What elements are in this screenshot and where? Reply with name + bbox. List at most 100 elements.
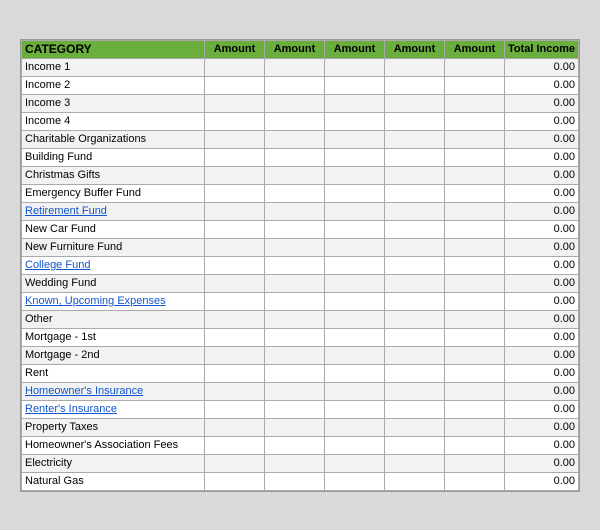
- amount-cell-5[interactable]: [444, 400, 504, 418]
- amount-cell-1[interactable]: [204, 346, 264, 364]
- amount-cell-3[interactable]: [324, 130, 384, 148]
- amount-cell-3[interactable]: [324, 364, 384, 382]
- amount-cell-4[interactable]: [384, 436, 444, 454]
- amount-cell-5[interactable]: [444, 292, 504, 310]
- amount-cell-1[interactable]: [204, 130, 264, 148]
- amount-cell-1[interactable]: [204, 382, 264, 400]
- amount-cell-1[interactable]: [204, 436, 264, 454]
- amount-cell-3[interactable]: [324, 256, 384, 274]
- amount-cell-5[interactable]: [444, 310, 504, 328]
- amount-cell-3[interactable]: [324, 400, 384, 418]
- amount-cell-4[interactable]: [384, 76, 444, 94]
- amount-cell-2[interactable]: [264, 238, 324, 256]
- amount-cell-5[interactable]: [444, 436, 504, 454]
- amount-cell-1[interactable]: [204, 220, 264, 238]
- amount-cell-2[interactable]: [264, 148, 324, 166]
- amount-cell-5[interactable]: [444, 256, 504, 274]
- amount-cell-3[interactable]: [324, 346, 384, 364]
- amount-cell-3[interactable]: [324, 328, 384, 346]
- amount-cell-5[interactable]: [444, 454, 504, 472]
- amount-cell-2[interactable]: [264, 328, 324, 346]
- amount-cell-2[interactable]: [264, 472, 324, 490]
- amount-cell-2[interactable]: [264, 220, 324, 238]
- amount-cell-4[interactable]: [384, 292, 444, 310]
- amount-cell-4[interactable]: [384, 166, 444, 184]
- amount-cell-5[interactable]: [444, 148, 504, 166]
- amount-cell-4[interactable]: [384, 256, 444, 274]
- amount-cell-5[interactable]: [444, 166, 504, 184]
- amount-cell-4[interactable]: [384, 364, 444, 382]
- amount-cell-4[interactable]: [384, 130, 444, 148]
- amount-cell-1[interactable]: [204, 166, 264, 184]
- amount-cell-4[interactable]: [384, 94, 444, 112]
- amount-cell-3[interactable]: [324, 436, 384, 454]
- amount-cell-1[interactable]: [204, 76, 264, 94]
- amount-cell-2[interactable]: [264, 94, 324, 112]
- amount-cell-4[interactable]: [384, 238, 444, 256]
- amount-cell-2[interactable]: [264, 274, 324, 292]
- amount-cell-5[interactable]: [444, 184, 504, 202]
- amount-cell-4[interactable]: [384, 202, 444, 220]
- amount-cell-1[interactable]: [204, 202, 264, 220]
- amount-cell-3[interactable]: [324, 418, 384, 436]
- amount-cell-3[interactable]: [324, 166, 384, 184]
- amount-cell-3[interactable]: [324, 382, 384, 400]
- category-cell[interactable]: College Fund: [22, 256, 205, 274]
- amount-cell-4[interactable]: [384, 148, 444, 166]
- amount-cell-4[interactable]: [384, 328, 444, 346]
- amount-cell-1[interactable]: [204, 256, 264, 274]
- amount-cell-3[interactable]: [324, 310, 384, 328]
- amount-cell-2[interactable]: [264, 436, 324, 454]
- amount-cell-2[interactable]: [264, 112, 324, 130]
- amount-cell-1[interactable]: [204, 454, 264, 472]
- amount-cell-1[interactable]: [204, 364, 264, 382]
- amount-cell-5[interactable]: [444, 364, 504, 382]
- amount-cell-5[interactable]: [444, 76, 504, 94]
- amount-cell-3[interactable]: [324, 184, 384, 202]
- amount-cell-3[interactable]: [324, 148, 384, 166]
- amount-cell-2[interactable]: [264, 184, 324, 202]
- amount-cell-3[interactable]: [324, 58, 384, 76]
- amount-cell-3[interactable]: [324, 220, 384, 238]
- amount-cell-1[interactable]: [204, 418, 264, 436]
- amount-cell-4[interactable]: [384, 382, 444, 400]
- category-cell[interactable]: Homeowner's Insurance: [22, 382, 205, 400]
- amount-cell-5[interactable]: [444, 472, 504, 490]
- amount-cell-4[interactable]: [384, 58, 444, 76]
- amount-cell-5[interactable]: [444, 382, 504, 400]
- amount-cell-5[interactable]: [444, 346, 504, 364]
- amount-cell-1[interactable]: [204, 58, 264, 76]
- category-link[interactable]: Known, Upcoming Expenses: [25, 295, 166, 307]
- amount-cell-4[interactable]: [384, 472, 444, 490]
- amount-cell-2[interactable]: [264, 382, 324, 400]
- category-link[interactable]: Homeowner's Insurance: [25, 385, 143, 397]
- amount-cell-2[interactable]: [264, 364, 324, 382]
- amount-cell-3[interactable]: [324, 94, 384, 112]
- amount-cell-5[interactable]: [444, 220, 504, 238]
- amount-cell-1[interactable]: [204, 112, 264, 130]
- category-link[interactable]: Retirement Fund: [25, 205, 107, 217]
- amount-cell-4[interactable]: [384, 184, 444, 202]
- amount-cell-2[interactable]: [264, 454, 324, 472]
- amount-cell-2[interactable]: [264, 292, 324, 310]
- amount-cell-4[interactable]: [384, 310, 444, 328]
- amount-cell-4[interactable]: [384, 346, 444, 364]
- category-cell[interactable]: Known, Upcoming Expenses: [22, 292, 205, 310]
- amount-cell-2[interactable]: [264, 346, 324, 364]
- amount-cell-5[interactable]: [444, 112, 504, 130]
- amount-cell-2[interactable]: [264, 310, 324, 328]
- amount-cell-4[interactable]: [384, 112, 444, 130]
- amount-cell-3[interactable]: [324, 274, 384, 292]
- category-link[interactable]: College Fund: [25, 259, 90, 271]
- amount-cell-1[interactable]: [204, 94, 264, 112]
- amount-cell-4[interactable]: [384, 454, 444, 472]
- amount-cell-5[interactable]: [444, 202, 504, 220]
- amount-cell-1[interactable]: [204, 238, 264, 256]
- amount-cell-4[interactable]: [384, 418, 444, 436]
- amount-cell-1[interactable]: [204, 184, 264, 202]
- amount-cell-1[interactable]: [204, 328, 264, 346]
- amount-cell-4[interactable]: [384, 274, 444, 292]
- amount-cell-5[interactable]: [444, 94, 504, 112]
- amount-cell-1[interactable]: [204, 310, 264, 328]
- amount-cell-2[interactable]: [264, 400, 324, 418]
